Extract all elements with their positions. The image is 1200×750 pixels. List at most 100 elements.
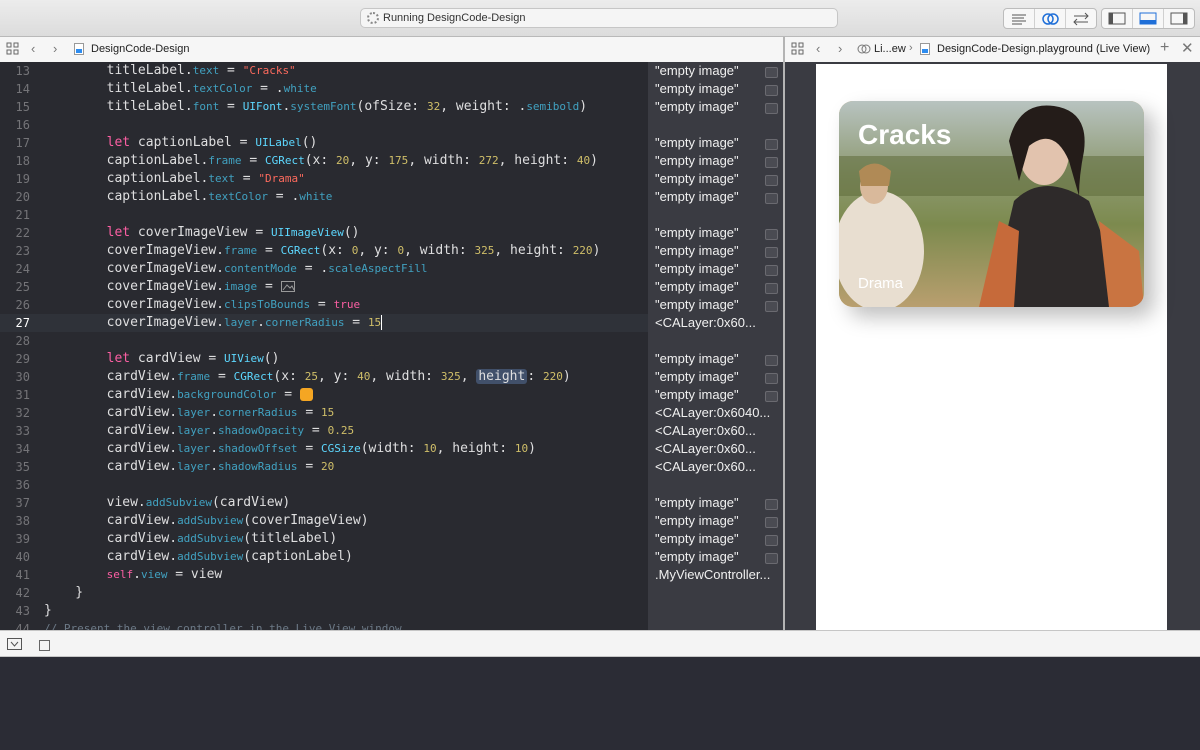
result-value: "empty image" bbox=[655, 513, 739, 528]
result-value bbox=[655, 206, 775, 224]
code-line[interactable]: 33 cardView.layer.shadowOpacity = 0.25 bbox=[0, 422, 648, 440]
code-line[interactable]: 38 cardView.addSubview(coverImageView) bbox=[0, 512, 648, 530]
bottom-panel-icon bbox=[1139, 12, 1157, 25]
result-value: <CALayer:0x60... bbox=[655, 459, 756, 474]
code-line[interactable]: 30 cardView.frame = CGRect(x: 25, y: 40,… bbox=[0, 368, 648, 386]
assistant-rings-small-icon bbox=[857, 42, 871, 58]
code-line[interactable]: 37 view.addSubview(cardView) bbox=[0, 494, 648, 512]
result-value bbox=[655, 332, 775, 350]
hide-debug-area-icon[interactable] bbox=[7, 637, 22, 655]
result-value: <CALayer:0x60... bbox=[655, 441, 756, 456]
code-line[interactable]: 21 bbox=[0, 206, 648, 224]
quick-look-button[interactable] bbox=[765, 517, 778, 528]
playground-file-icon bbox=[920, 43, 930, 58]
result-value: "empty image" bbox=[655, 279, 739, 294]
inspector-toggle-button[interactable] bbox=[1164, 9, 1194, 28]
assistant-editor-button[interactable] bbox=[1035, 9, 1066, 28]
code-line[interactable]: 15 titleLabel.font = UIFont.systemFont(o… bbox=[0, 98, 648, 116]
code-line[interactable]: 35 cardView.layer.shadowRadius = 20 bbox=[0, 458, 648, 476]
quick-look-button[interactable] bbox=[765, 265, 778, 276]
code-line[interactable]: 40 cardView.addSubview(captionLabel) bbox=[0, 548, 648, 566]
code-line[interactable]: 24 coverImageView.contentMode = .scaleAs… bbox=[0, 260, 648, 278]
quick-look-button[interactable] bbox=[765, 355, 778, 366]
code-line[interactable]: 26 coverImageView.clipsToBounds = true bbox=[0, 296, 648, 314]
code-line[interactable]: 16 bbox=[0, 116, 648, 134]
result-value bbox=[655, 116, 775, 134]
quick-look-button[interactable] bbox=[765, 535, 778, 546]
jump-bar-crumb-file[interactable]: DesignCode-Design.playground (Live View) bbox=[937, 43, 1150, 55]
code-line[interactable]: 28 bbox=[0, 332, 648, 350]
quick-look-button[interactable] bbox=[765, 301, 778, 312]
code-line[interactable]: 20 captionLabel.textColor = .white bbox=[0, 188, 648, 206]
result-value: "empty image" bbox=[655, 243, 739, 258]
code-line[interactable]: 42 } bbox=[0, 584, 648, 602]
code-line[interactable]: 41 self.view = view bbox=[0, 566, 648, 584]
quick-look-button[interactable] bbox=[765, 175, 778, 186]
card-title: Cracks bbox=[858, 119, 952, 150]
code-line[interactable]: 18 captionLabel.frame = CGRect(x: 20, y:… bbox=[0, 152, 648, 170]
code-line[interactable]: 25 coverImageView.image = bbox=[0, 278, 648, 296]
code-line[interactable]: 23 coverImageView.frame = CGRect(x: 0, y… bbox=[0, 242, 648, 260]
swap-arrows-icon bbox=[1073, 12, 1089, 26]
result-value: "empty image" bbox=[655, 171, 739, 186]
result-value: "empty image" bbox=[655, 63, 739, 78]
quick-look-button[interactable] bbox=[765, 553, 778, 564]
code-line[interactable]: 34 cardView.layer.shadowOffset = CGSize(… bbox=[0, 440, 648, 458]
code-line[interactable]: 22 let coverImageView = UIImageView() bbox=[0, 224, 648, 242]
standard-editor-button[interactable] bbox=[1004, 9, 1035, 28]
forward-chevron-icon[interactable]: › bbox=[53, 41, 57, 56]
quick-look-button[interactable] bbox=[765, 193, 778, 204]
related-items-grid-icon[interactable] bbox=[791, 42, 804, 58]
jump-bar-file-name[interactable]: DesignCode-Design bbox=[91, 43, 189, 55]
code-line[interactable]: 31 cardView.backgroundColor = bbox=[0, 386, 648, 404]
live-view-pane: Cracks Drama bbox=[785, 62, 1200, 630]
back-chevron-icon[interactable]: ‹ bbox=[31, 41, 35, 56]
add-editor-plus-icon[interactable]: + bbox=[1160, 39, 1169, 57]
result-value: <CALayer:0x60... bbox=[655, 315, 756, 330]
close-editor-icon[interactable]: ✕ bbox=[1181, 39, 1194, 57]
code-line[interactable]: 44// Present the view controller in the … bbox=[0, 620, 648, 630]
quick-look-button[interactable] bbox=[765, 67, 778, 78]
result-value: "empty image" bbox=[655, 135, 739, 150]
code-line[interactable]: 32 cardView.layer.cornerRadius = 15 bbox=[0, 404, 648, 422]
console-area[interactable] bbox=[0, 657, 1200, 750]
quick-look-button[interactable] bbox=[765, 139, 778, 150]
color-literal-swatch[interactable] bbox=[299, 388, 313, 401]
window-toolbar: Running DesignCode-Design bbox=[0, 0, 1200, 37]
right-panel-icon bbox=[1170, 12, 1188, 25]
code-line[interactable]: 36 bbox=[0, 476, 648, 494]
activity-viewer: Running DesignCode-Design bbox=[360, 8, 838, 28]
debug-area-toggle-button[interactable] bbox=[1133, 9, 1164, 28]
navigator-toggle-button[interactable] bbox=[1102, 9, 1133, 28]
quick-look-button[interactable] bbox=[765, 229, 778, 240]
code-line[interactable]: 39 cardView.addSubview(titleLabel) bbox=[0, 530, 648, 548]
code-line[interactable]: 19 captionLabel.text = "Drama" bbox=[0, 170, 648, 188]
quick-look-button[interactable] bbox=[765, 103, 778, 114]
spinner-icon bbox=[367, 12, 379, 24]
jump-bar-crumb-live-view[interactable]: Li...ew bbox=[874, 43, 906, 55]
editor-mode-segmented-control bbox=[1003, 8, 1097, 29]
version-editor-button[interactable] bbox=[1066, 9, 1096, 28]
source-editor[interactable]: 13 titleLabel.text = "Cracks" 14 titleLa… bbox=[0, 62, 648, 630]
result-value: .MyViewController... bbox=[655, 567, 771, 582]
code-line[interactable]: 29 let cardView = UIView() bbox=[0, 350, 648, 368]
quick-look-button[interactable] bbox=[765, 499, 778, 510]
playground-file-icon bbox=[74, 43, 84, 58]
quick-look-button[interactable] bbox=[765, 373, 778, 384]
related-items-grid-icon[interactable] bbox=[6, 42, 19, 58]
result-value: "empty image" bbox=[655, 261, 739, 276]
code-line[interactable]: 43} bbox=[0, 602, 648, 620]
forward-chevron-icon[interactable]: › bbox=[838, 41, 842, 56]
quick-look-button[interactable] bbox=[765, 283, 778, 294]
stop-playground-icon[interactable] bbox=[39, 638, 50, 656]
live-view-canvas[interactable]: Cracks Drama bbox=[816, 64, 1167, 630]
code-line[interactable]: 17 let captionLabel = UILabel() bbox=[0, 134, 648, 152]
quick-look-button[interactable] bbox=[765, 247, 778, 258]
code-line[interactable]: 14 titleLabel.textColor = .white bbox=[0, 80, 648, 98]
quick-look-button[interactable] bbox=[765, 85, 778, 96]
quick-look-button[interactable] bbox=[765, 157, 778, 168]
current-code-line[interactable]: 27 coverImageView.layer.cornerRadius = 1… bbox=[0, 314, 648, 332]
quick-look-button[interactable] bbox=[765, 391, 778, 402]
code-line[interactable]: 13 titleLabel.text = "Cracks" bbox=[0, 62, 648, 80]
back-chevron-icon[interactable]: ‹ bbox=[816, 41, 820, 56]
